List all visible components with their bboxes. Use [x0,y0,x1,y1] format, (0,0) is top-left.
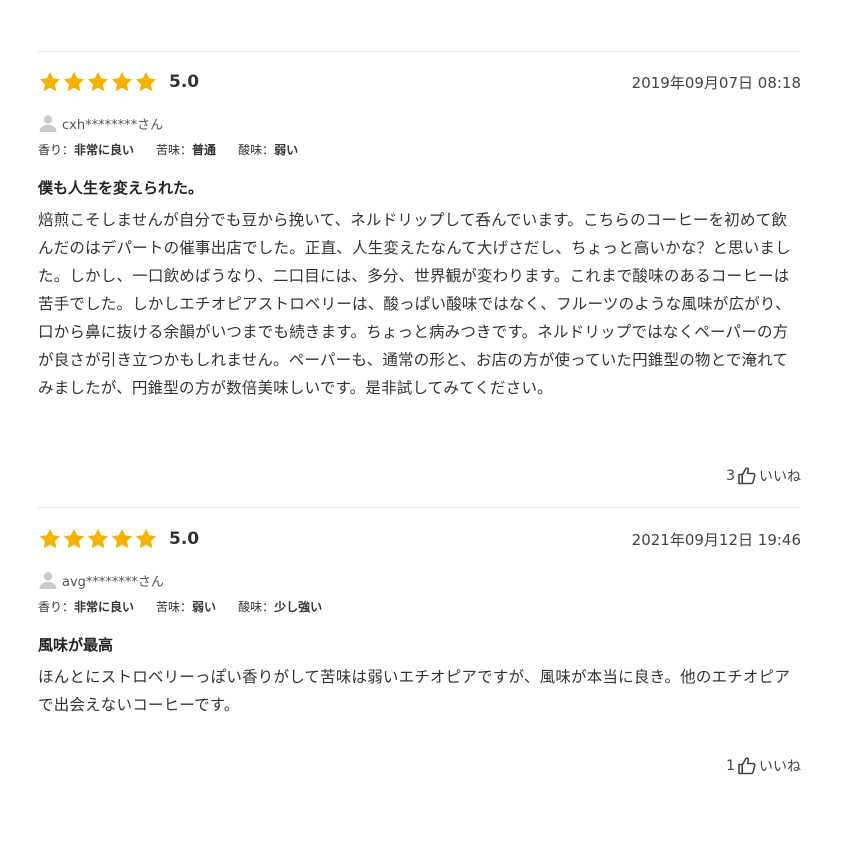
like-count: 3 [726,468,735,484]
thumbs-up-icon [737,756,757,776]
taste-attributes: 香り：非常に良い 苦味：弱い 酸味：少し強い [38,597,801,615]
user-icon [38,113,58,133]
thumbs-up-icon [737,466,757,486]
like-label: いいね [759,469,801,485]
review-body: ほんとにストロベリーっぽい香りがして苦味は弱いエチオピアですが、風味が本当に良き… [38,668,791,714]
attr-acidity: 酸味：少し強い [238,599,323,614]
like-button[interactable]: 1 いいね [726,756,801,776]
star-icon [38,527,62,551]
star-icon [110,527,134,551]
star-icon [86,70,110,94]
attr-aroma: 香り：非常に良い [38,599,135,614]
star-rating [38,527,158,551]
user-icon [38,570,58,590]
star-icon [62,70,86,94]
rating-score: 5.0 [169,529,200,549]
reviewer-name: avg********さん [62,574,164,590]
review-title: 風味が最高 [38,636,114,654]
reviewer: avg********さん [38,569,801,591]
star-icon [110,70,134,94]
taste-attributes: 香り：非常に良い 苦味：普通 酸味：弱い [38,140,801,158]
reviews-page: 5.0 2019年09月07日 08:18 cxh********さん 香り：非… [0,0,848,848]
review-item: 5.0 2021年09月12日 19:46 avg********さん 香り：非… [38,527,801,719]
like-label: いいね [759,759,801,775]
reviewer-name: cxh********さん [62,117,164,133]
reviewer: cxh********さん [38,112,801,134]
star-icon [134,70,158,94]
review-title: 僕も人生を変えられた。 [38,179,204,197]
divider [38,51,801,52]
review-body: 焙煎こそしませんが自分でも豆から挽いて、ネルドリップして呑んでいます。こちらのコ… [38,211,791,397]
divider [38,507,801,508]
star-rating [38,70,158,94]
star-icon [86,527,110,551]
like-button[interactable]: 3 いいね [726,466,801,486]
star-icon [62,527,86,551]
star-icon [38,70,62,94]
attr-acidity: 酸味：弱い [238,142,299,157]
attr-bitterness: 苦味：弱い [156,599,217,614]
like-count: 1 [726,758,735,774]
attr-bitterness: 苦味：普通 [156,142,217,157]
review-date: 2019年09月07日 08:18 [631,74,801,92]
review-item: 5.0 2019年09月07日 08:18 cxh********さん 香り：非… [38,70,801,402]
attr-aroma: 香り：非常に良い [38,142,135,157]
star-icon [134,527,158,551]
rating-score: 5.0 [169,72,200,92]
review-date: 2021年09月12日 19:46 [631,531,801,549]
